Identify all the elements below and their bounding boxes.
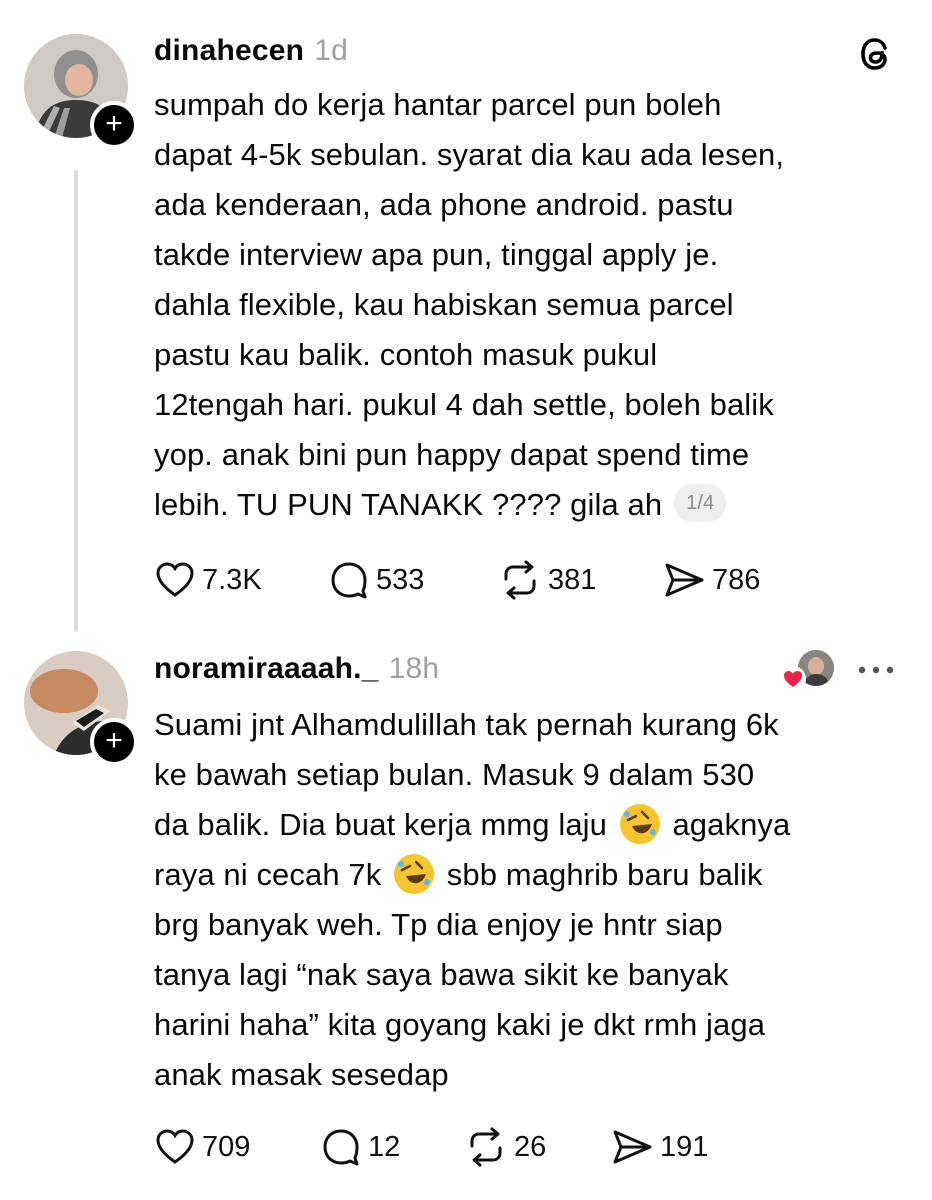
- follow-plus-button[interactable]: +: [90, 101, 138, 149]
- more-options-icon[interactable]: [856, 662, 896, 678]
- send-paper-plane-icon: [613, 1130, 652, 1164]
- rolling-laughing-emoji-icon: [394, 853, 435, 894]
- share-button[interactable]: 786: [662, 555, 760, 605]
- thread-connector-line: [74, 170, 78, 632]
- repost-icon: [470, 1127, 502, 1167]
- post-line: anak masak sesedap: [154, 1057, 449, 1092]
- heart-icon: [156, 562, 194, 597]
- post-body: sumpah do kerja hantar parcel pun boleh …: [154, 80, 914, 530]
- post-line: 12tengah hari. pukul 4 dah settle, boleh…: [154, 387, 774, 422]
- reply-count: 12: [368, 1130, 401, 1163]
- reply-button[interactable]: 533: [328, 555, 424, 605]
- repost-count: 381: [548, 563, 597, 596]
- post-body: Suami jnt Alhamdulillah tak pernah kuran…: [154, 700, 914, 1100]
- reply-count: 533: [376, 563, 425, 596]
- post-line-with-emoji: da balik. Dia buat kerja mmg laju agakny…: [154, 800, 914, 850]
- repost-icon: [504, 560, 536, 600]
- post-line: harini haha” kita goyang kaki je dkt rmh…: [154, 1007, 766, 1042]
- comment-bubble-icon: [323, 1129, 359, 1166]
- page-indicator-badge: 1/4: [674, 483, 727, 522]
- post-line-last: lebih. TU PUN TANAKK ???? gila ah 1/4: [154, 480, 914, 530]
- post-line: dahla flexible, kau habiskan semua parce…: [154, 287, 734, 322]
- post-line: dapat 4-5k sebulan. syarat dia kau ada l…: [154, 137, 785, 172]
- like-count: 709: [202, 1130, 251, 1163]
- post-username[interactable]: dinahecen 1d: [154, 34, 348, 68]
- heart-icon: [780, 666, 806, 692]
- rolling-laughing-emoji-icon: [619, 803, 660, 844]
- post-line: lebih. TU PUN TANAKK ???? gila ah: [154, 487, 663, 522]
- post-timestamp: 1d: [314, 34, 348, 67]
- post-username[interactable]: noramiraaaah._ 18h: [154, 652, 439, 686]
- reply-button[interactable]: 12: [320, 1122, 400, 1172]
- post-line: ke bawah setiap bulan. Masuk 9 dalam 530: [154, 757, 755, 792]
- repost-count: 26: [514, 1130, 547, 1163]
- share-button[interactable]: 191: [610, 1122, 708, 1172]
- follow-plus-button[interactable]: +: [90, 718, 138, 766]
- like-button[interactable]: 709: [154, 1122, 250, 1172]
- threads-logo-icon[interactable]: [856, 34, 896, 74]
- comment-bubble-icon: [331, 562, 367, 599]
- post-line: sbb maghrib baru balik: [446, 857, 763, 892]
- username-text[interactable]: noramiraaaah._: [154, 652, 379, 685]
- post-line: raya ni cecah 7k: [154, 857, 382, 892]
- share-count: 191: [660, 1130, 709, 1163]
- post-line: ada kenderaan, ada phone android. pastu: [154, 187, 734, 222]
- repost-button[interactable]: 381: [498, 555, 596, 605]
- post-line: agaknya: [672, 807, 791, 842]
- post-actions: 7.3K 533 381 786: [154, 555, 854, 605]
- share-count: 786: [712, 563, 761, 596]
- post-line: brg banyak weh. Tp dia enjoy je hntr sia…: [154, 907, 723, 942]
- post-line: tanya lagi “nak saya bawa sikit ke banya…: [154, 957, 729, 992]
- post-line-with-emoji: raya ni cecah 7k sbb maghrib baru balik: [154, 850, 914, 900]
- like-button[interactable]: 7.3K: [154, 555, 262, 605]
- like-count: 7.3K: [202, 563, 262, 596]
- post-line: da balik. Dia buat kerja mmg laju: [154, 807, 608, 842]
- post-line: yop. anak bini pun happy dapat spend tim…: [154, 437, 750, 472]
- post-line: Suami jnt Alhamdulillah tak pernah kuran…: [154, 707, 779, 742]
- post-line: takde interview apa pun, tinggal apply j…: [154, 237, 719, 272]
- heart-icon: [156, 1129, 194, 1164]
- username-text[interactable]: dinahecen: [154, 34, 304, 67]
- post-line: sumpah do kerja hantar parcel pun boleh: [154, 87, 722, 122]
- post-actions: 709 12 26 191: [154, 1122, 854, 1172]
- post-line: pastu kau balik. contoh masuk pukul: [154, 337, 658, 372]
- author-liked-badge: [780, 650, 836, 692]
- repost-button[interactable]: 26: [464, 1122, 546, 1172]
- send-paper-plane-icon: [665, 563, 704, 597]
- post-timestamp: 18h: [388, 652, 440, 685]
